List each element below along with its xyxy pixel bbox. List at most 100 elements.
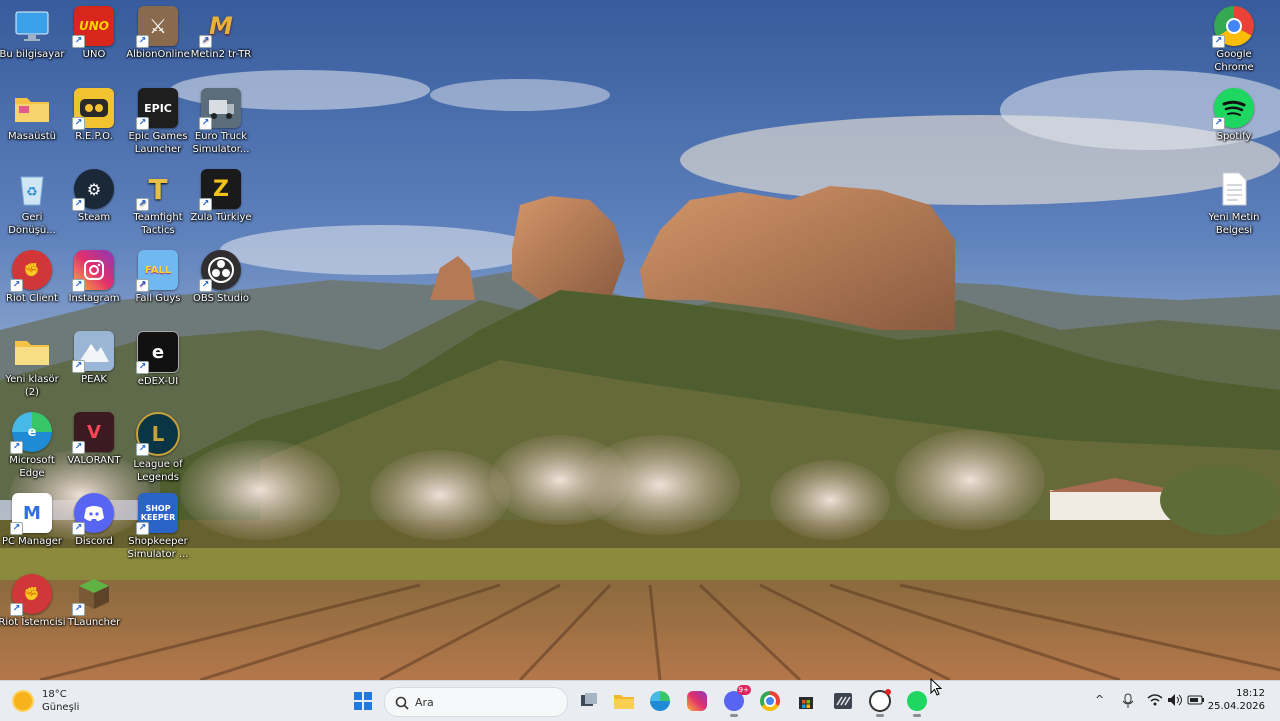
icon-label: AlbionOnline (126, 49, 190, 60)
pc-manager-icon: M ↗ (10, 493, 52, 535)
shortcut-arrow-icon: ↗ (136, 35, 149, 48)
desktop-icon-steam[interactable]: ⚙ ↗ Steam (58, 165, 130, 243)
sun-icon (14, 692, 32, 710)
text-document-icon (1214, 169, 1254, 209)
taskbar: 18°C Güneşli 9+ ^ (0, 680, 1280, 721)
desktop-icon-albion-online[interactable]: ⚔ ↗ AlbionOnline (122, 2, 194, 80)
app-icon (834, 693, 852, 709)
desktop-icon-teamfight-tactics[interactable]: T ↗ Teamfight Tactics (122, 165, 194, 243)
edge-icon: e ↗ (10, 412, 52, 454)
shortcut-arrow-icon: ↗ (199, 35, 212, 48)
icon-label: UNO (82, 49, 106, 60)
taskbar-instagram[interactable] (684, 689, 710, 713)
search-icon (395, 695, 409, 710)
shortcut-arrow-icon: ↗ (72, 279, 85, 292)
microphone-icon[interactable] (1122, 693, 1134, 712)
shortcut-arrow-icon: ↗ (10, 441, 23, 454)
desktop-icon-zula[interactable]: Z ↗ Zula Türkiye (185, 165, 257, 243)
shortcut-arrow-icon: ↗ (136, 522, 149, 535)
weather-temperature: 18°C (42, 689, 67, 700)
riot-fist-icon: ✊ ↗ (10, 574, 52, 616)
battery-icon[interactable] (1187, 693, 1205, 710)
icon-label: eDEX-UI (137, 376, 179, 387)
taskbar-edge[interactable] (647, 689, 673, 713)
shortcut-arrow-icon: ↗ (10, 279, 23, 292)
running-indicator (913, 714, 921, 717)
epic-games-icon: EPIC ↗ (136, 88, 178, 130)
icon-label: Yeni Metin Belgesi (1208, 212, 1260, 236)
desktop-icon-obs-studio[interactable]: ↗ OBS Studio (185, 246, 257, 324)
clock-date: 25.04.2026 (1207, 701, 1265, 712)
uno-icon: UNO ↗ (72, 6, 114, 48)
tft-icon: T ↗ (136, 169, 178, 211)
shortcut-arrow-icon: ↗ (199, 198, 212, 211)
fall-guys-icon: FALL ↗ (136, 250, 178, 292)
desktop-icon-google-chrome[interactable]: ↗ Google Chrome (1198, 2, 1270, 80)
shortcut-arrow-icon: ↗ (136, 361, 149, 374)
icon-label: Zula Türkiye (190, 212, 252, 223)
obs-icon: ↗ (199, 250, 241, 292)
desktop-icon-instagram[interactable]: ↗ Instagram (58, 246, 130, 324)
mouse-pointer-icon (930, 678, 942, 696)
desktop-icon-peak[interactable]: ↗ PEAK (58, 327, 130, 405)
store-icon (799, 697, 813, 709)
spotify-icon: ↗ (1212, 88, 1254, 130)
desktop-icon-repo[interactable]: ↗ R.E.P.O. (58, 84, 130, 162)
shortcut-arrow-icon: ↗ (1212, 35, 1225, 48)
icon-label: TLauncher (67, 617, 121, 628)
instagram-icon: ↗ (72, 250, 114, 292)
chevron-up-icon[interactable]: ^ (1095, 693, 1104, 706)
taskbar-file-explorer[interactable] (611, 689, 637, 713)
taskbar-app[interactable] (830, 689, 856, 713)
taskbar-chrome[interactable] (757, 689, 783, 713)
desktop-icon-uno[interactable]: UNO ↗ UNO (58, 2, 130, 80)
taskbar-obs[interactable] (867, 689, 893, 717)
shortcut-arrow-icon: ↗ (72, 441, 85, 454)
shopkeeper-icon: SHOP KEEPER ↗ (136, 493, 178, 535)
crossed-swords-icon: ⚔ ↗ (136, 6, 178, 48)
desktop-icon-spotify[interactable]: ↗ Spotify (1198, 84, 1270, 162)
desktop-icon-tlauncher[interactable]: ↗ TLauncher (58, 570, 130, 648)
start-button[interactable] (350, 689, 376, 713)
icon-label: R.E.P.O. (75, 131, 113, 142)
shortcut-arrow-icon: ↗ (72, 603, 85, 616)
desktop-icon-valorant[interactable]: V ↗ VALORANT (58, 408, 130, 486)
grass-block-icon: ↗ (72, 574, 114, 616)
taskbar-discord[interactable]: 9+ (721, 685, 751, 717)
folder-icon (12, 88, 52, 128)
icon-label: League of Legends (133, 459, 183, 483)
desktop-icon-yeni-metin-belgesi[interactable]: Yeni Metin Belgesi (1198, 165, 1270, 243)
desktop-icon-metin2[interactable]: M ↗ Metin2 tr-TR (185, 2, 257, 80)
desktop-icon-discord[interactable]: ↗ Discord (58, 489, 130, 567)
weather-widget[interactable]: 18°C Güneşli (14, 687, 79, 715)
league-icon: L ↗ (136, 412, 180, 456)
desktop-icon-league-of-legends[interactable]: L ↗ League of Legends (122, 408, 194, 486)
shortcut-arrow-icon: ↗ (10, 522, 23, 535)
riot-fist-icon: ✊ ↗ (10, 250, 52, 292)
desktop-icon-edex-ui[interactable]: e ↗ eDEX-UI (122, 327, 194, 405)
zula-icon: Z ↗ (199, 169, 241, 211)
task-view-button[interactable] (576, 689, 602, 713)
system-clock[interactable]: 18:12 25.04.2026 (1207, 687, 1265, 713)
discord-icon: ↗ (72, 493, 114, 535)
shortcut-arrow-icon: ↗ (136, 279, 149, 292)
folder-icon (12, 331, 52, 371)
desktop-icon-epic-games[interactable]: EPIC ↗ Epic Games Launcher (122, 84, 194, 162)
icon-label: Instagram (68, 293, 120, 304)
speaker-icon[interactable] (1167, 693, 1183, 710)
taskbar-store[interactable] (793, 689, 819, 713)
taskbar-search-box[interactable]: Ara (384, 687, 568, 717)
icon-label: Steam (77, 212, 111, 223)
shortcut-arrow-icon: ↗ (136, 443, 149, 456)
desktop-icon-euro-truck[interactable]: ↗ Euro Truck Simulator... (185, 84, 257, 162)
desktop-icon-shopkeeper[interactable]: SHOP KEEPER ↗ Shopkeeper Simulator ... (122, 489, 194, 567)
icon-label: Fall Guys (135, 293, 181, 304)
edge-icon (650, 691, 670, 711)
icon-label: Shopkeeper Simulator ... (127, 536, 189, 560)
desktop-icon-fall-guys[interactable]: FALL ↗ Fall Guys (122, 246, 194, 324)
icon-label: Teamfight Tactics (133, 212, 183, 236)
icon-label: Epic Games Launcher (128, 131, 188, 155)
icon-label: Google Chrome (1214, 49, 1254, 73)
taskbar-spotify[interactable] (904, 689, 930, 717)
wifi-icon[interactable] (1147, 693, 1163, 710)
